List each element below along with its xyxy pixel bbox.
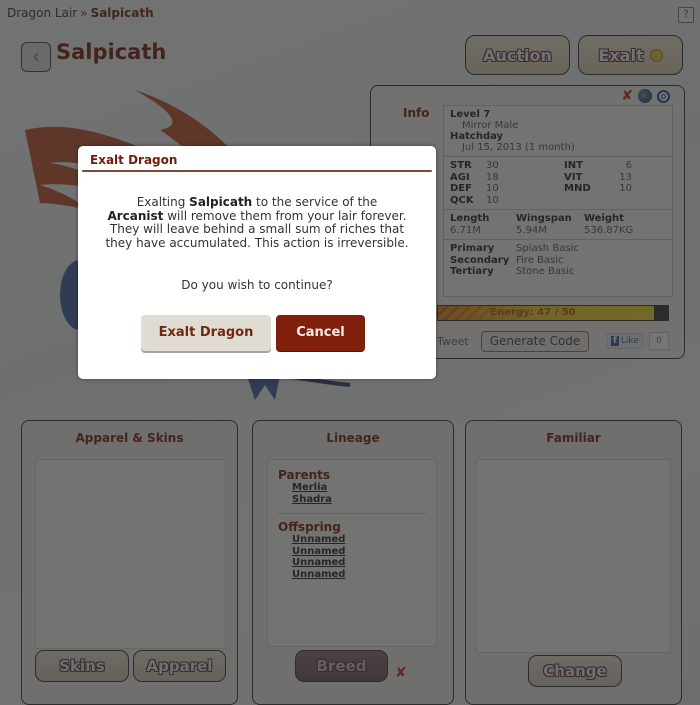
exalt-dragon-confirm-button[interactable]: Exalt Dragon	[141, 315, 271, 351]
exalt-dragon-dialog: Exalt Dragon Exalting Salpicath to the s…	[78, 146, 436, 379]
dialog-message-text: to the service of the	[252, 195, 378, 209]
dialog-message-text: Exalting	[136, 195, 190, 209]
dialog-dragon-name: Salpicath	[189, 195, 253, 209]
dialog-title: Exalt Dragon	[90, 153, 178, 167]
cancel-button[interactable]: Cancel	[276, 315, 365, 351]
dialog-question: Do you wish to continue?	[181, 278, 333, 292]
dialog-message: Exalting Salpicath to the service of the…	[98, 195, 416, 250]
energy-text: Energy: 47 / 50	[490, 307, 576, 318]
dialog-entity-name: Arcanist	[107, 208, 164, 223]
dialog-title-divider	[82, 170, 432, 172]
